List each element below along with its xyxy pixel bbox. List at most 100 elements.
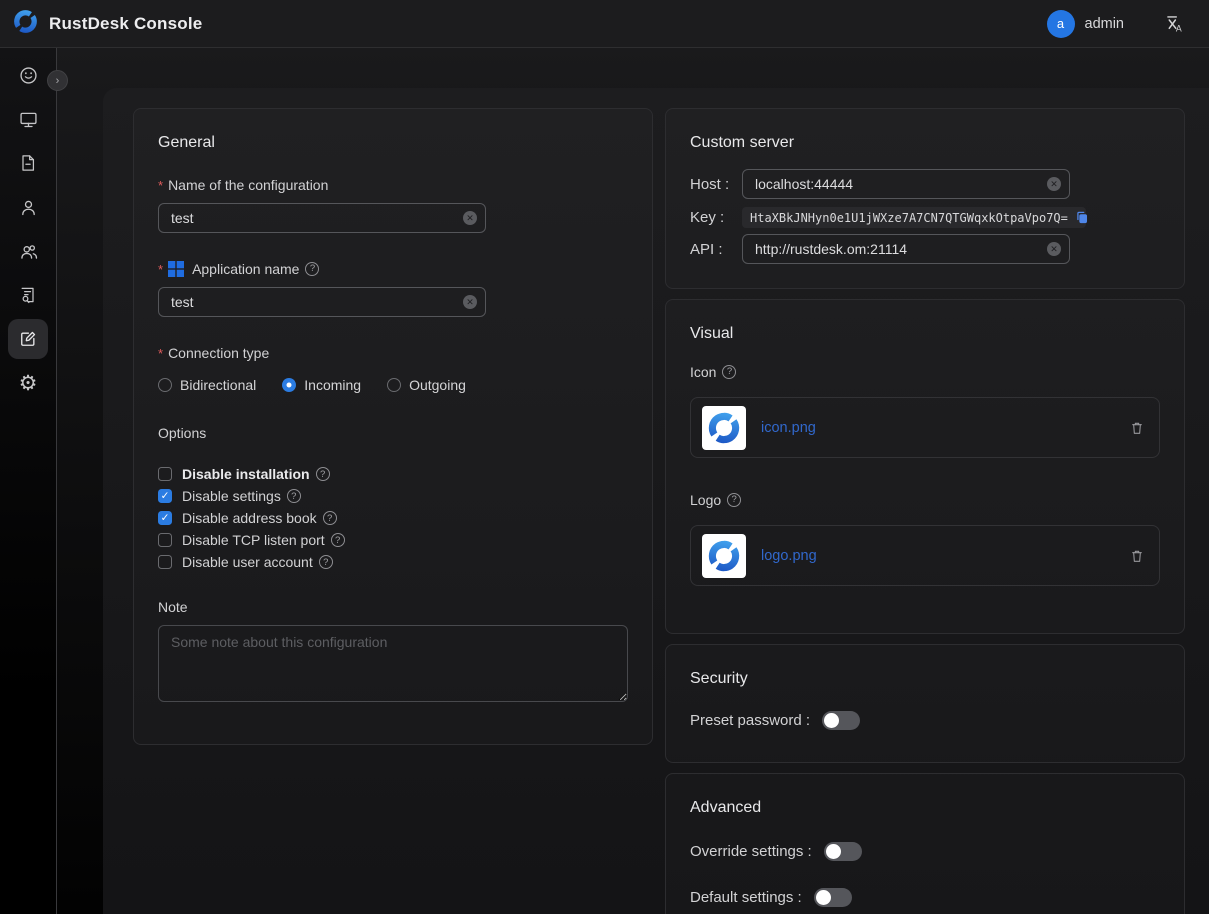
radio-dot — [158, 378, 172, 392]
radio-dot — [387, 378, 401, 392]
advanced-card: Advanced Override settings : Default set… — [665, 773, 1185, 914]
api-label: API : — [690, 241, 742, 258]
api-input[interactable] — [742, 234, 1070, 264]
logo-preview — [702, 534, 746, 578]
sidebar-item-status[interactable] — [8, 55, 48, 95]
radio-bidirectional[interactable]: Bidirectional — [158, 377, 256, 393]
help-icon[interactable]: ? — [331, 533, 345, 547]
sidebar-item-groups[interactable] — [8, 231, 48, 271]
clear-icon[interactable]: ✕ — [463, 211, 477, 225]
required-marker: * — [158, 260, 163, 280]
monitor-icon — [18, 109, 39, 130]
app-name-input[interactable] — [158, 287, 486, 317]
checkbox — [158, 489, 172, 503]
clear-icon[interactable]: ✕ — [1047, 177, 1061, 191]
custom-server-card: Custom server Host : ✕ Key : HtaXBkJNHyn… — [665, 108, 1185, 289]
rustdesk-logo-icon — [12, 8, 39, 40]
chevron-right-icon: › — [56, 75, 60, 87]
connection-type-group: Bidirectional Incoming Outgoing — [158, 377, 628, 393]
checkbox-disable-tcp-listen-port[interactable]: Disable TCP listen port ? — [158, 529, 628, 551]
clear-icon[interactable]: ✕ — [463, 295, 477, 309]
radio-incoming[interactable]: Incoming — [282, 377, 361, 393]
help-icon[interactable]: ? — [722, 365, 736, 379]
edit-icon — [18, 329, 38, 349]
checkbox-disable-address-book[interactable]: Disable address book ? — [158, 507, 628, 529]
note-label: Note — [158, 597, 188, 617]
security-title: Security — [690, 669, 1160, 689]
preset-password-label: Preset password : — [690, 712, 810, 729]
key-value: HtaXBkJNHyn0e1U1jWXze7A7CN7QTGWqxkOtpaVp… — [750, 211, 1068, 225]
sidebar-item-devices[interactable] — [8, 99, 48, 139]
icon-file-row: icon.png — [690, 397, 1160, 458]
general-card: General * Name of the configuration ✕ * — [133, 108, 653, 745]
key-label: Key : — [690, 209, 742, 226]
checkbox-disable-installation[interactable]: Disable installation ? — [158, 463, 628, 485]
app-title: RustDesk Console — [49, 14, 202, 34]
checkbox — [158, 467, 172, 481]
radio-outgoing[interactable]: Outgoing — [387, 377, 466, 393]
user-icon — [18, 197, 39, 218]
gear-icon: ⚙ — [19, 373, 38, 394]
icon-file-link[interactable]: icon.png — [761, 420, 816, 436]
sidebar-item-console-config[interactable] — [8, 319, 48, 359]
smiley-icon — [18, 65, 39, 86]
checkbox-disable-settings[interactable]: Disable settings ? — [158, 485, 628, 507]
default-settings-label: Default settings : — [690, 889, 802, 906]
advanced-title: Advanced — [690, 798, 1160, 818]
group-icon — [18, 241, 39, 262]
sidebar-expand-button[interactable]: › — [47, 70, 68, 91]
security-card: Security Preset password : — [665, 644, 1185, 763]
sidebar-item-settings[interactable]: ⚙ — [8, 363, 48, 403]
config-name-input[interactable] — [158, 203, 486, 233]
brand: RustDesk Console — [12, 8, 202, 40]
audit-log-icon — [18, 285, 38, 305]
checkbox-disable-user-account[interactable]: Disable user account ? — [158, 551, 628, 573]
icon-preview — [702, 406, 746, 450]
preset-password-toggle[interactable] — [822, 711, 860, 730]
sidebar-item-documents[interactable] — [8, 143, 48, 183]
help-icon[interactable]: ? — [316, 467, 330, 481]
logo-file-row: logo.png — [690, 525, 1160, 586]
visual-title: Visual — [690, 324, 1160, 344]
app-name-label: Application name — [192, 259, 299, 279]
help-icon[interactable]: ? — [287, 489, 301, 503]
host-input[interactable] — [742, 169, 1070, 199]
top-bar: RustDesk Console a admin A — [0, 0, 1209, 48]
user-menu[interactable]: a admin — [1047, 10, 1125, 38]
host-label: Host : — [690, 176, 742, 193]
svg-text:A: A — [1176, 23, 1182, 33]
windows-logo-icon — [168, 261, 184, 277]
help-icon[interactable]: ? — [727, 493, 741, 507]
help-icon[interactable]: ? — [319, 555, 333, 569]
sidebar-item-audit[interactable] — [8, 275, 48, 315]
override-settings-toggle[interactable] — [824, 842, 862, 861]
config-name-label: Name of the configuration — [168, 175, 328, 195]
checkbox — [158, 533, 172, 547]
note-textarea[interactable] — [158, 625, 628, 702]
help-icon[interactable]: ? — [305, 262, 319, 276]
checkbox — [158, 555, 172, 569]
logo-label: Logo — [690, 490, 721, 510]
clear-icon[interactable]: ✕ — [1047, 242, 1061, 256]
options-label: Options — [158, 423, 206, 443]
default-settings-toggle[interactable] — [814, 888, 852, 907]
icon-label: Icon — [690, 362, 716, 382]
sidebar: ⚙ — [0, 48, 57, 914]
required-marker: * — [158, 176, 163, 196]
logo-file-link[interactable]: logo.png — [761, 548, 817, 564]
user-name: admin — [1085, 16, 1125, 32]
help-icon[interactable]: ? — [323, 511, 337, 525]
connection-type-label: Connection type — [168, 343, 269, 363]
copy-icon[interactable] — [1075, 210, 1089, 225]
translate-icon[interactable]: A — [1164, 13, 1185, 34]
main-content: General * Name of the configuration ✕ * — [103, 88, 1209, 914]
custom-server-title: Custom server — [690, 133, 1160, 153]
general-title: General — [158, 133, 628, 153]
checkbox — [158, 511, 172, 525]
document-icon — [18, 153, 38, 173]
trash-icon[interactable] — [1129, 420, 1145, 436]
trash-icon[interactable] — [1129, 548, 1145, 564]
avatar: a — [1047, 10, 1075, 38]
key-value-chip: HtaXBkJNHyn0e1U1jWXze7A7CN7QTGWqxkOtpaVp… — [742, 207, 1086, 228]
sidebar-item-users[interactable] — [8, 187, 48, 227]
